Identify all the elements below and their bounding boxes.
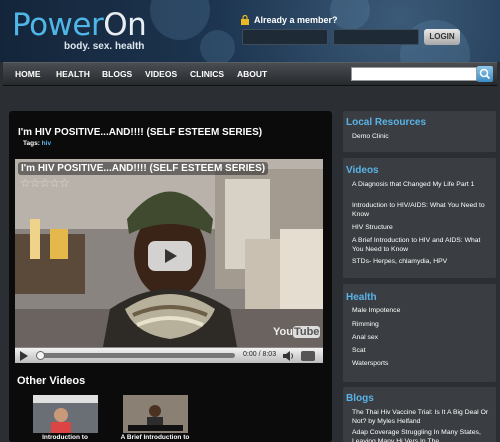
video-thumbnail-title[interactable]: A Brief Introduction to — [120, 434, 190, 441]
sidebar-video-link[interactable]: STDs- Herpes, chlamydia, HPV — [352, 257, 490, 266]
play-button[interactable] — [148, 241, 192, 271]
search-button[interactable] — [477, 66, 493, 82]
nav-item-blogs[interactable]: BLOGS — [102, 63, 132, 86]
videos-heading: Videos — [346, 165, 379, 176]
lock-icon — [241, 15, 249, 25]
nav-item-health[interactable]: HEALTH — [56, 63, 90, 86]
local-resources-panel: Local Resources Demo Clinic — [343, 111, 496, 152]
sidebar-health-link[interactable]: Male Impotence — [352, 306, 490, 315]
site-logo[interactable]: PowerOn body. sex. health — [12, 7, 147, 53]
nav-item-home[interactable]: HOME — [15, 63, 41, 86]
password-input[interactable] — [333, 29, 419, 45]
login-button[interactable]: LOGIN — [424, 29, 460, 45]
nav-item-videos[interactable]: VIDEOS — [145, 63, 177, 86]
progress-bar[interactable] — [37, 353, 235, 358]
fullscreen-icon[interactable] — [301, 351, 315, 361]
sidebar-video-link[interactable]: A Brief Introduction to HIV and AIDS: Wh… — [352, 236, 490, 254]
player-title: I'm HIV POSITIVE...AND!!!! (SELF ESTEEM … — [18, 162, 269, 175]
member-prompt-text: Already a member? — [254, 15, 338, 25]
nav-item-clinics[interactable]: CLINICS — [190, 63, 224, 86]
local-resources-heading: Local Resources — [346, 117, 427, 128]
username-input[interactable] — [242, 29, 328, 45]
health-panel: Health Male Impotence Rimming Anal sex S… — [343, 284, 496, 382]
sidebar-health-link[interactable]: Scat — [352, 346, 490, 355]
search-icon — [479, 68, 491, 80]
videos-panel: Videos A Diagnosis that Changed My Life … — [343, 158, 496, 278]
rating-stars[interactable]: ☆☆☆☆☆ — [20, 176, 70, 190]
sidebar-blog-link[interactable]: Adap Coverage Struggling In Many States,… — [352, 428, 490, 442]
nav-item-about[interactable]: ABOUT — [237, 63, 267, 86]
player-controls: 0:00 / 8:03 — [15, 347, 323, 363]
header-bokeh — [150, 0, 210, 40]
search-input[interactable] — [351, 67, 477, 81]
health-heading: Health — [346, 292, 377, 303]
tag-link[interactable]: hiv — [42, 140, 51, 147]
site-header: PowerOn body. sex. health Already a memb… — [0, 0, 500, 62]
video-thumbnail[interactable] — [123, 395, 188, 433]
tags-label: Tags: — [23, 140, 40, 147]
sidebar-video-link[interactable]: HIV Structure — [352, 223, 490, 232]
youtube-logo[interactable]: YouTube — [273, 326, 321, 338]
video-tags: Tags: hiv — [23, 140, 51, 147]
main-nav: HOME HEALTH BLOGS VIDEOS CLINICS ABOUT — [3, 62, 497, 86]
time-display: 0:00 / 8:03 — [243, 351, 277, 358]
main-content: I'm HIV POSITIVE...AND!!!! (SELF ESTEEM … — [9, 111, 332, 442]
sidebar-video-link[interactable]: A Diagnosis that Changed My Life Part 1 — [352, 180, 490, 189]
sidebar-link-demo-clinic[interactable]: Demo Clinic — [352, 132, 490, 141]
thumbnail-image — [123, 395, 188, 433]
sidebar-health-link[interactable]: Anal sex — [352, 333, 490, 342]
other-videos-heading: Other Videos — [17, 375, 86, 387]
logo-wordmark: PowerOn — [12, 7, 147, 43]
video-thumbnail[interactable] — [33, 395, 98, 433]
sidebar-health-link[interactable]: Rimming — [352, 320, 490, 329]
video-title: I'm HIV POSITIVE...AND!!!! (SELF ESTEEM … — [18, 127, 263, 138]
header-bokeh — [200, 30, 235, 62]
member-prompt: Already a member? — [240, 15, 338, 25]
logo-tagline: body. sex. health — [64, 41, 145, 52]
video-thumbnail-title[interactable]: Introduction to — [30, 434, 100, 441]
sidebar-health-link[interactable]: Watersports — [352, 359, 490, 368]
blogs-panel: Blogs The Thai Hiv Vaccine Trial: Is It … — [343, 387, 496, 442]
progress-handle[interactable] — [36, 351, 45, 360]
play-icon[interactable] — [20, 351, 28, 361]
volume-icon[interactable] — [283, 351, 295, 361]
video-player[interactable]: I'm HIV POSITIVE...AND!!!! (SELF ESTEEM … — [15, 159, 323, 363]
sidebar-blog-link[interactable]: The Thai Hiv Vaccine Trial: Is It A Big … — [352, 408, 490, 426]
thumbnail-image — [33, 395, 98, 433]
blogs-heading: Blogs — [346, 393, 374, 404]
sidebar-video-link[interactable]: Introduction to HIV/AIDS: What You Need … — [352, 201, 490, 219]
